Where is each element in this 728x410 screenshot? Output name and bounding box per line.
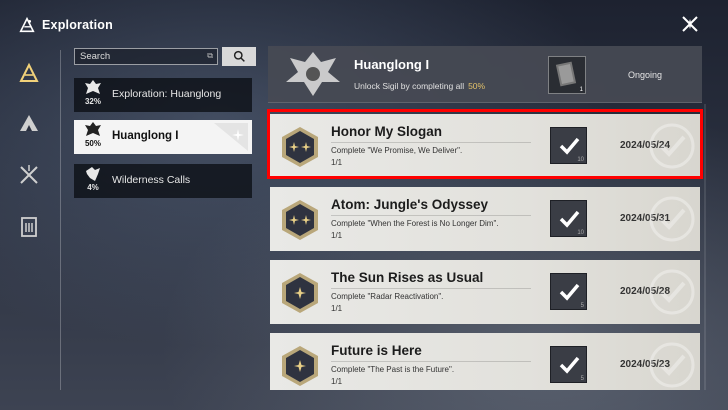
sigil-reward[interactable]: 1 <box>548 56 586 94</box>
category-progress: 50% <box>84 139 101 148</box>
nav-landmark[interactable] <box>14 108 44 138</box>
achievement-description: Complete "The Past is the Future". <box>331 365 455 374</box>
header-status: Ongoing <box>628 70 663 80</box>
category-progress: 4% <box>87 183 99 192</box>
completed-stamp-icon <box>649 196 695 242</box>
achievement-card[interactable]: Honor My Slogan Complete "We Promise, We… <box>270 114 700 178</box>
achievement-title: Future is Here <box>331 343 422 358</box>
achievement-header: Huanglong I Unlock Sigil by completing a… <box>268 46 702 103</box>
achievement-count: 1/1 <box>331 158 343 167</box>
beast-emblem-icon <box>86 167 100 181</box>
achievement-count: 1/1 <box>331 377 343 386</box>
category-label: Wilderness Calls <box>112 174 191 186</box>
category-badge: 50% <box>78 121 108 153</box>
nav-divider <box>60 50 61 390</box>
header-subtitle-text: Unlock Sigil by completing all <box>354 81 465 91</box>
reward-amount: 5 <box>580 376 584 382</box>
achievement-title: Honor My Slogan <box>331 124 442 139</box>
achievement-count: 1/1 <box>331 304 343 313</box>
achievement-title: Atom: Jungle's Odyssey <box>331 197 489 212</box>
header-title: Huanglong I <box>354 57 430 72</box>
category-badge: 4% <box>78 165 108 197</box>
reward-amount: 5 <box>580 303 584 309</box>
category-label: Huanglong I <box>112 130 179 142</box>
sparkle-decoration-icon <box>214 123 248 151</box>
title-divider <box>331 142 531 143</box>
search-button[interactable] <box>222 47 256 66</box>
completed-stamp-icon <box>649 123 695 169</box>
dragon-emblem-icon <box>85 80 101 94</box>
close-icon <box>682 16 698 32</box>
app-brand: Exploration <box>18 16 113 34</box>
nav-archive[interactable] <box>14 212 44 242</box>
achievement-description: Complete "We Promise, We Deliver". <box>331 146 463 155</box>
mountain-icon <box>20 115 38 131</box>
achievement-card[interactable]: The Sun Rises as Usual Complete "Radar R… <box>270 260 700 324</box>
achievement-card[interactable]: Atom: Jungle's Odyssey Complete "When th… <box>270 187 700 251</box>
clear-icon[interactable]: ⧉ <box>207 51 213 61</box>
completed-stamp-icon <box>649 269 695 315</box>
category-huanglong-i[interactable]: 50% Huanglong I <box>74 120 252 154</box>
claimed-reward: 10 <box>550 127 587 164</box>
category-wilderness-calls[interactable]: 4% Wilderness Calls <box>74 164 252 198</box>
dragon-emblem-icon <box>85 122 101 136</box>
category-label: Exploration: Huanglong <box>112 88 222 100</box>
search-input[interactable]: Search ⧉ <box>74 48 218 65</box>
exploration-icon <box>19 62 39 82</box>
completed-stamp-icon <box>649 342 695 388</box>
achievement-description: Complete "When the Forest is No Longer D… <box>331 219 499 228</box>
nav-exploration[interactable] <box>14 58 44 88</box>
close-button[interactable] <box>678 12 702 36</box>
claimed-reward: 5 <box>550 273 587 310</box>
left-nav <box>0 50 61 410</box>
achievement-title: The Sun Rises as Usual <box>331 270 484 285</box>
title-divider <box>331 215 531 216</box>
one-star-rank-icon <box>282 346 318 386</box>
nav-combat[interactable] <box>14 160 44 190</box>
category-progress: 32% <box>84 97 101 106</box>
achievement-count: 1/1 <box>331 231 343 240</box>
exploration-logo-icon <box>19 16 35 33</box>
app-title: Exploration <box>42 18 113 32</box>
reward-count: 1 <box>579 87 583 93</box>
reward-amount: 10 <box>577 230 584 236</box>
search-placeholder: Search <box>80 51 111 62</box>
title-divider <box>331 288 531 289</box>
top-bar: Exploration <box>0 0 728 50</box>
two-star-rank-icon <box>282 200 318 240</box>
list-scrollbar[interactable] <box>704 104 706 390</box>
two-star-rank-icon <box>282 127 318 167</box>
category-exploration-huanglong[interactable]: 32% Exploration: Huanglong <box>74 78 252 112</box>
header-subtitle: Unlock Sigil by completing all 50% <box>354 81 485 91</box>
archive-icon <box>21 217 37 237</box>
reward-amount: 10 <box>577 157 584 163</box>
category-badge: 32% <box>78 79 108 111</box>
search-icon <box>233 50 245 62</box>
achievement-list: Honor My Slogan Complete "We Promise, We… <box>268 104 702 390</box>
huanglong-emblem-icon <box>286 52 340 96</box>
title-divider <box>331 361 531 362</box>
claimed-reward: 5 <box>550 346 587 383</box>
header-progress: 50% <box>468 81 486 91</box>
crossed-swords-icon <box>20 165 38 184</box>
one-star-rank-icon <box>282 273 318 313</box>
claimed-reward: 10 <box>550 200 587 237</box>
achievement-description: Complete "Radar Reactivation". <box>331 292 444 301</box>
achievement-card[interactable]: Future is Here Complete "The Past is the… <box>270 333 700 390</box>
